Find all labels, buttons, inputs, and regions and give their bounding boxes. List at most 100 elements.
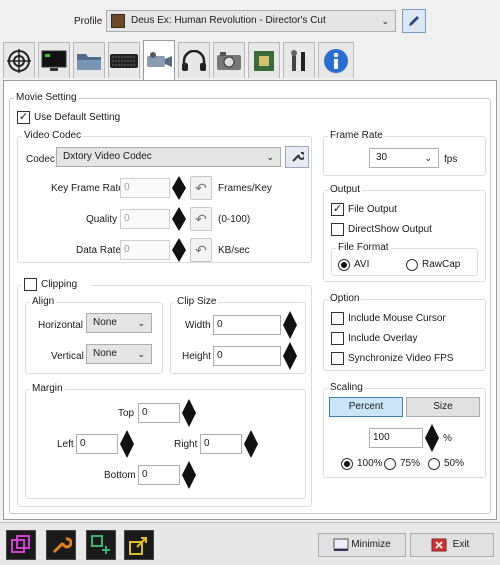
- keyframe-reset-button[interactable]: ↶: [190, 176, 212, 200]
- mouse-cursor-checkbox[interactable]: [331, 312, 344, 325]
- scale-50-radio[interactable]: [428, 458, 440, 470]
- output-title: Output: [328, 184, 363, 195]
- exit-button[interactable]: Exit: [410, 533, 494, 557]
- quality-label: Quality: [86, 214, 118, 225]
- exit-icon: [431, 538, 447, 552]
- quality-unit: (0-100): [218, 214, 251, 225]
- tab-keyboard[interactable]: [108, 42, 140, 78]
- avi-radio[interactable]: [338, 259, 350, 271]
- camcorder-icon: [147, 51, 172, 67]
- minimize-button[interactable]: Minimize: [318, 533, 406, 557]
- top-input[interactable]: 0: [138, 403, 180, 423]
- tab-folder[interactable]: [73, 42, 105, 78]
- headphones-icon: [182, 49, 206, 71]
- tab-monitor[interactable]: [38, 42, 70, 78]
- file-output-checkbox[interactable]: ✓: [331, 203, 344, 216]
- quality-input[interactable]: 0: [120, 209, 170, 229]
- codec-select[interactable]: Dxtory Video Codec ⌄: [56, 147, 281, 167]
- left-input[interactable]: 0: [76, 434, 118, 454]
- use-default-checkbox[interactable]: ✓: [17, 111, 30, 124]
- rawcap-radio[interactable]: [406, 259, 418, 271]
- overlay-mode-button[interactable]: [6, 530, 36, 560]
- width-input[interactable]: 0: [213, 315, 281, 335]
- movie-setting-title: Movie Setting: [14, 92, 79, 103]
- bottom-spinner[interactable]: [182, 461, 196, 489]
- right-spinner[interactable]: [244, 430, 258, 458]
- sync-fps-label: Synchronize Video FPS: [348, 353, 454, 364]
- chip-icon: [254, 50, 274, 71]
- tab-info[interactable]: [318, 42, 354, 78]
- chevron-down-icon: ⌄: [266, 152, 274, 162]
- keyframe-spinner[interactable]: [172, 176, 186, 200]
- pencil-icon: [409, 16, 419, 26]
- framerate-select[interactable]: 30 ⌄: [369, 148, 439, 168]
- scale-75-radio[interactable]: [384, 458, 396, 470]
- percent-button[interactable]: Percent: [329, 397, 403, 417]
- profile-select[interactable]: Deus Ex: Human Revolution - Director's C…: [106, 10, 396, 32]
- height-input[interactable]: 0: [213, 346, 281, 366]
- datarate-label: Data Rate: [76, 245, 122, 256]
- top-label: Top: [118, 408, 135, 419]
- file-format-title: File Format: [336, 242, 391, 253]
- tab-movie[interactable]: [143, 40, 175, 80]
- camera-icon: [217, 51, 241, 70]
- tab-tools[interactable]: [283, 42, 315, 78]
- horizontal-value: None: [93, 317, 117, 328]
- width-spinner[interactable]: [283, 311, 297, 339]
- scaling-title: Scaling: [328, 382, 365, 393]
- scale-75-label: 75%: [400, 458, 421, 469]
- target-icon: [7, 48, 31, 73]
- quality-reset-button[interactable]: ↶: [190, 207, 212, 231]
- tab-target[interactable]: [3, 42, 35, 78]
- datarate-unit: KB/sec: [218, 245, 250, 256]
- settings-mode-button[interactable]: [46, 530, 76, 560]
- size-button[interactable]: Size: [406, 397, 480, 417]
- file-output-label: File Output: [348, 204, 397, 215]
- scaling-unit: %: [443, 433, 452, 444]
- right-input[interactable]: 0: [200, 434, 242, 454]
- reset-icon: ↶: [195, 210, 207, 227]
- scale-50-label: 50%: [444, 458, 465, 469]
- scaling-spinner[interactable]: [425, 424, 439, 452]
- media-mode-button[interactable]: [86, 530, 116, 560]
- bottom-input[interactable]: 0: [138, 465, 180, 485]
- codec-label: Codec: [26, 154, 55, 165]
- keyframe-input[interactable]: 0: [120, 178, 170, 198]
- horizontal-select[interactable]: None ⌄: [86, 313, 152, 333]
- info-icon: [324, 48, 348, 73]
- top-spinner[interactable]: [182, 399, 196, 427]
- edit-profile-button[interactable]: [402, 9, 426, 33]
- clipping-checkbox[interactable]: [24, 278, 37, 291]
- export-mode-button[interactable]: [124, 530, 154, 560]
- datarate-spinner[interactable]: [172, 238, 186, 262]
- framerate-title: Frame Rate: [328, 130, 385, 141]
- exit-label: Exit: [452, 539, 470, 550]
- profile-label: Profile: [74, 16, 103, 27]
- scale-100-label: 100%: [357, 458, 383, 469]
- datarate-input[interactable]: 0: [120, 240, 170, 260]
- tab-headphones[interactable]: [178, 42, 210, 78]
- layers-icon: [11, 535, 30, 553]
- sync-fps-checkbox[interactable]: [331, 352, 344, 365]
- chevron-down-icon: ⌄: [137, 318, 145, 328]
- vertical-select[interactable]: None ⌄: [86, 344, 152, 364]
- tab-camera[interactable]: [213, 42, 245, 78]
- scaling-input[interactable]: 100: [369, 428, 423, 448]
- vertical-label: Vertical: [51, 351, 84, 362]
- framerate-unit: fps: [444, 154, 458, 165]
- bottom-label: Bottom: [104, 470, 136, 481]
- directshow-checkbox[interactable]: [331, 223, 344, 236]
- wrench-icon: [52, 537, 72, 554]
- datarate-reset-button[interactable]: ↶: [190, 238, 212, 262]
- use-default-label: Use Default Setting: [34, 112, 121, 123]
- quality-spinner[interactable]: [172, 207, 186, 231]
- chevron-down-icon: ⌄: [137, 349, 145, 359]
- codec-settings-button[interactable]: [285, 146, 309, 168]
- tools-icon: [291, 49, 305, 71]
- export-icon: [129, 537, 147, 555]
- tab-chip[interactable]: [248, 42, 280, 78]
- height-spinner[interactable]: [283, 342, 297, 370]
- overlay-checkbox[interactable]: [331, 332, 344, 345]
- scale-100-radio[interactable]: [341, 458, 353, 470]
- left-spinner[interactable]: [120, 430, 134, 458]
